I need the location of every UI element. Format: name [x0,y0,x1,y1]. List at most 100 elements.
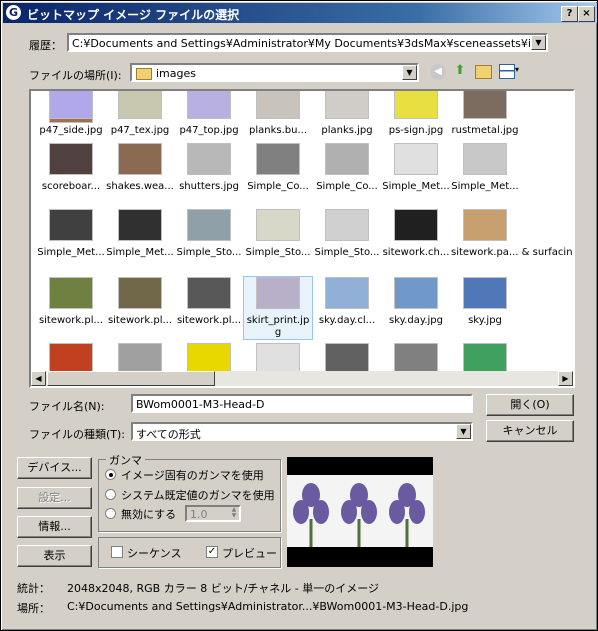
file-name: ps-sign.jpg [388,125,444,136]
file-thumbnail [118,277,162,309]
file-item[interactable]: scoreboar... [37,143,105,193]
file-item[interactable]: Simple_Sto... [244,209,312,259]
file-thumbnail [325,209,369,241]
info-button[interactable]: 情報... [17,516,92,538]
file-thumbnail [394,277,438,309]
chevron-down-icon[interactable]: ▾ [515,65,519,74]
preview-checkbox[interactable]: ✓ [206,546,218,558]
file-name: Simple_Sto... [314,247,380,258]
file-thumbnail [463,209,507,241]
location-combo[interactable]: images ▼ [130,63,419,82]
scroll-thumb[interactable] [47,371,215,386]
location-label: ファイルの場所(I): [29,69,122,82]
file-name: planks.bu... [249,125,307,136]
window-title: ビットマップ イメージ ファイルの選択 [27,8,240,22]
file-thumbnail [325,91,369,119]
file-item[interactable]: Simple_Met... [37,209,105,259]
file-item[interactable]: ps-sign.jpg [382,91,450,137]
filetype-value: すべての形式 [136,428,201,441]
filename-value: BWom0001-M3-Head-D [136,398,265,411]
chevron-down-icon[interactable]: ▼ [531,35,546,50]
cancel-button[interactable]: キャンセル [486,420,574,442]
close-button[interactable]: × [578,6,595,22]
filename-input[interactable]: BWom0001-M3-Head-D [131,394,473,413]
iris-preview-image [287,475,433,547]
file-item[interactable]: sky.day.jpg [382,277,450,327]
file-item[interactable]: Simple_Met... [106,209,174,259]
file-item[interactable]: shakes.wea... [106,143,174,193]
file-name: sitework.ch... [382,247,450,258]
history-combo[interactable]: C:¥Documents and Settings¥Administrator¥… [67,33,548,52]
file-thumbnail [49,143,93,175]
file-thumbnail [187,143,231,175]
file-item[interactable]: sky.jpg [451,277,519,327]
file-item[interactable]: Simple_Sto... [175,209,243,259]
file-name: planks.jpg [321,125,373,136]
up-folder-icon[interactable]: ⬆ [452,63,468,79]
file-name: Simple_Met... [37,247,105,258]
file-item[interactable]: sitework.ch... [382,209,450,259]
file-thumbnail [49,277,93,309]
file-item[interactable]: sky.day.cl... [313,277,381,327]
scroll-right-icon[interactable]: ▶ [558,371,573,386]
gamma-radio-system[interactable] [105,489,116,500]
file-item[interactable]: Simple_Met... [382,143,450,193]
file-thumbnail [394,143,438,175]
folder-icon [136,68,152,80]
bitmap-file-dialog: G ビットマップ イメージ ファイルの選択 ? × 履歴： C:¥Documen… [0,0,598,631]
open-button[interactable]: 開く(O) [486,394,574,416]
gamma-title: ガンマ [106,452,145,468]
file-item[interactable]: Simple_Met... [451,143,519,193]
chevron-down-icon[interactable]: ▼ [456,424,471,439]
filetype-label: ファイルの種類(T): [29,428,126,441]
file-name: sitework.pl... [38,315,104,326]
back-icon[interactable]: ◀ [430,64,446,80]
setup-button[interactable]: 設定... [17,487,92,509]
sequence-checkbox[interactable] [111,546,123,558]
file-item[interactable]: Simple_Co... [244,143,312,193]
stats-value: 2048x2048, RGB カラー 8 ビット/チャネル - 単一のイメージ [67,582,380,595]
file-list[interactable]: sky.jpg sky.day.jpg sky.day.cl... skirt_pri… [29,89,575,388]
view-menu-icon[interactable] [499,64,515,79]
file-item[interactable]: shutters.jpg [175,143,243,193]
file-name: p47_top.jpg [179,125,239,136]
file-item[interactable]: sitework.pl... [106,277,174,327]
file-item[interactable]: Simple_Co... [313,143,381,193]
sequence-label: シーケンス [127,547,182,560]
gamma-radio-override[interactable] [105,508,116,519]
file-thumbnail [256,91,300,119]
spinner-icon[interactable]: ▲ ▼ [229,507,239,520]
file-item[interactable]: planks.jpg [313,91,381,137]
file-item[interactable]: sitework.pa... & surfacing... [451,209,573,259]
file-name: skirt_print.jpg [246,315,310,338]
scroll-left-icon[interactable]: ◀ [31,371,46,386]
filename-label: ファイル名(N): [29,400,105,413]
file-thumbnail [256,209,300,241]
history-value: C:¥Documents and Settings¥Administrator¥… [72,37,532,50]
file-item[interactable]: p47_tex.jpg [106,91,174,137]
file-item[interactable]: planks.bu... [244,91,312,137]
horizontal-scrollbar[interactable]: ◀ ▶ [31,371,573,386]
filetype-combo[interactable]: すべての形式 ▼ [131,422,473,441]
chevron-down-icon[interactable]: ▼ [402,65,417,80]
file-name: Simple_Sto... [245,247,311,258]
file-item[interactable]: skirt_print.jpg [243,276,313,340]
file-item[interactable]: p47_top.jpg [175,91,243,137]
view-button[interactable]: 表示 [17,545,92,567]
file-item[interactable]: Simple_Sto... [313,209,381,259]
file-name: rustmetal.jpg [451,125,519,136]
new-folder-icon[interactable] [475,65,492,79]
file-item[interactable]: sitework.pl... [37,277,105,327]
gamma-value-input[interactable]: 1.0 ▲ ▼ [185,505,241,522]
file-thumbnail [187,277,231,309]
gamma-radio-image[interactable] [105,469,116,480]
file-item[interactable]: rustmetal.jpg [451,91,519,137]
file-thumbnail [49,209,93,241]
file-item[interactable]: p47_side.jpg [37,91,105,137]
devices-button[interactable]: デバイス... [17,457,92,479]
file-thumbnail [187,209,231,241]
help-button[interactable]: ? [561,6,578,22]
file-item[interactable]: sitework.pl... [175,277,243,327]
file-name: shakes.wea... [106,181,174,192]
file-thumbnail [118,91,162,119]
